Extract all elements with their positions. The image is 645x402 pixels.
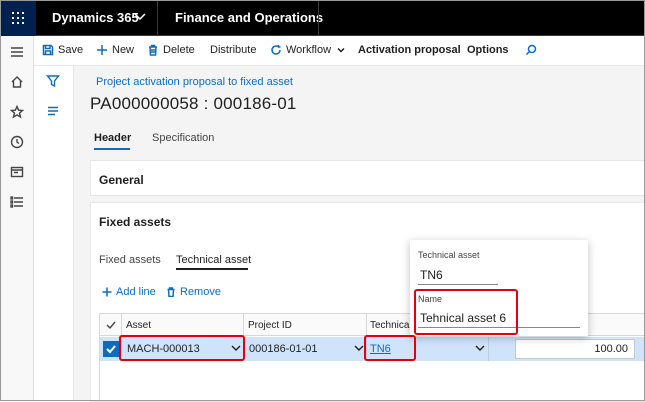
project-id-cell[interactable]: 000186-01-01 bbox=[249, 343, 318, 355]
flyout-technical-asset-value: TN6 bbox=[420, 268, 443, 282]
column-divider bbox=[366, 314, 367, 336]
flyout-name-label: Name bbox=[418, 294, 443, 304]
amount-cell[interactable]: 100.00 bbox=[515, 339, 635, 359]
waffle-icon bbox=[12, 12, 24, 24]
breadcrumb[interactable]: Project activation proposal to fixed ass… bbox=[96, 76, 293, 88]
chevron-down-icon[interactable] bbox=[133, 10, 147, 24]
filter-column bbox=[34, 66, 74, 401]
distribute-button[interactable]: Distribute bbox=[210, 44, 256, 56]
filter-icon[interactable] bbox=[46, 74, 62, 90]
subtab-technical-asset[interactable]: Technical asset bbox=[176, 254, 251, 266]
clock-icon[interactable] bbox=[9, 134, 25, 150]
fixed-assets-fasttab-title[interactable]: Fixed assets bbox=[99, 215, 171, 229]
subtab-fixed-assets[interactable]: Fixed assets bbox=[99, 254, 161, 266]
tab-specification[interactable]: Specification bbox=[152, 132, 214, 144]
column-divider bbox=[243, 337, 244, 361]
workflow-button[interactable]: Workflow bbox=[270, 44, 347, 56]
save-label: Save bbox=[58, 44, 84, 56]
chevron-down-icon[interactable] bbox=[230, 342, 242, 354]
flyout-name-value: Tehnical asset 6 bbox=[420, 311, 507, 325]
delete-button[interactable]: Delete bbox=[147, 44, 195, 56]
workflow-icon bbox=[271, 45, 281, 55]
trash-icon bbox=[149, 44, 157, 56]
home-icon[interactable] bbox=[9, 74, 25, 90]
new-button[interactable]: New bbox=[96, 44, 134, 56]
app-name[interactable]: Dynamics 365 bbox=[52, 10, 139, 25]
save-button[interactable]: Save bbox=[42, 44, 83, 56]
field-underline bbox=[418, 284, 498, 285]
chevron-down-icon[interactable] bbox=[474, 342, 486, 354]
asset-cell[interactable]: MACH-000013 bbox=[127, 343, 200, 355]
plus-icon bbox=[102, 287, 112, 297]
chevron-down-icon[interactable] bbox=[353, 342, 365, 354]
plus-icon bbox=[97, 45, 107, 55]
workflow-label: Workflow bbox=[286, 44, 332, 56]
search-button[interactable] bbox=[525, 44, 537, 56]
divider bbox=[157, 0, 158, 36]
remove-button[interactable]: Remove bbox=[166, 286, 221, 298]
star-icon[interactable] bbox=[9, 104, 25, 120]
general-fasttab[interactable]: General bbox=[90, 160, 645, 196]
active-tab-indicator bbox=[94, 148, 130, 150]
select-all-check-icon[interactable] bbox=[105, 319, 117, 331]
column-header-project-id[interactable]: Project ID bbox=[248, 320, 292, 331]
column-divider bbox=[488, 337, 489, 361]
nav-rail bbox=[0, 36, 34, 401]
top-nav-bar: Dynamics 365 Finance and Operations bbox=[0, 0, 645, 36]
trash-icon bbox=[167, 287, 175, 297]
main-content: Project activation proposal to fixed ass… bbox=[74, 66, 645, 402]
activation-proposal-label: Activation proposal bbox=[358, 44, 461, 56]
workspace-icon[interactable] bbox=[9, 164, 25, 180]
module-name: Finance and Operations bbox=[175, 10, 324, 25]
table-row[interactable]: MACH-000013 000186-01-01 TN6 100.00 bbox=[100, 337, 645, 361]
flyout-technical-asset-label: Technical asset bbox=[418, 250, 480, 260]
add-line-label: Add line bbox=[116, 286, 156, 298]
options-tab[interactable]: Options bbox=[467, 44, 509, 56]
add-line-button[interactable]: Add line bbox=[102, 286, 156, 298]
save-icon bbox=[42, 44, 54, 56]
general-fasttab-title: General bbox=[99, 173, 144, 187]
divider bbox=[318, 0, 319, 36]
technical-asset-flyout: Technical asset TN6 Name Tehnical asset … bbox=[410, 240, 588, 336]
row-selected-checkbox[interactable] bbox=[103, 341, 119, 357]
technical-asset-cell[interactable]: TN6 bbox=[370, 343, 391, 355]
app-launcher-button[interactable] bbox=[0, 0, 36, 36]
column-divider bbox=[121, 337, 122, 361]
column-header-asset[interactable]: Asset bbox=[126, 320, 151, 331]
search-icon bbox=[525, 44, 537, 56]
modules-list-icon[interactable] bbox=[9, 194, 25, 210]
chevron-down-icon bbox=[337, 47, 345, 53]
column-divider bbox=[366, 337, 367, 361]
checkmark-icon bbox=[106, 345, 116, 354]
page-title: PA000000058 : 000186-01 bbox=[90, 94, 297, 113]
active-subtab-indicator bbox=[176, 268, 248, 270]
list-view-icon[interactable] bbox=[46, 104, 62, 120]
tab-header[interactable]: Header bbox=[94, 132, 131, 144]
column-divider bbox=[121, 314, 122, 336]
field-underline bbox=[418, 327, 580, 328]
remove-label: Remove bbox=[180, 286, 221, 298]
new-label: New bbox=[112, 44, 135, 56]
column-divider bbox=[243, 314, 244, 336]
delete-label: Delete bbox=[163, 44, 195, 56]
distribute-label: Distribute bbox=[210, 44, 257, 56]
action-pane: Save New Delete Distribute Workflow Acti… bbox=[34, 36, 645, 66]
hamburger-icon[interactable] bbox=[9, 44, 25, 60]
activation-proposal-tab[interactable]: Activation proposal bbox=[358, 44, 461, 56]
options-label: Options bbox=[467, 44, 509, 56]
